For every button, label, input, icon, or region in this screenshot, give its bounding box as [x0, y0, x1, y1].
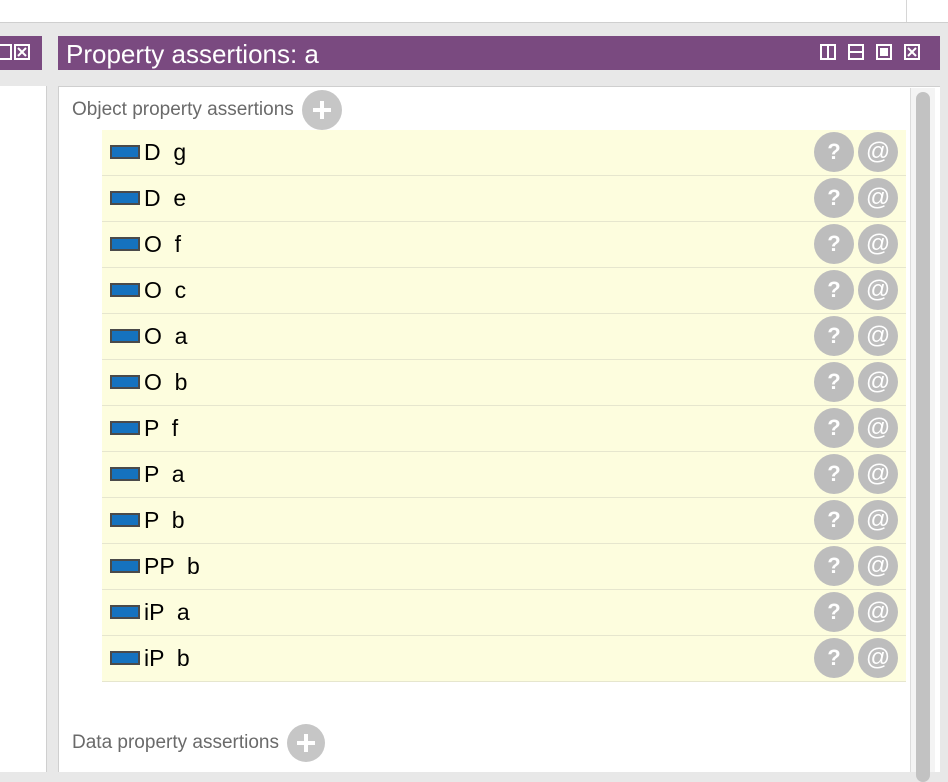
question-icon[interactable]: ? [814, 592, 854, 632]
assertion-text: O c [144, 277, 187, 303]
question-icon[interactable]: ? [814, 132, 854, 172]
assertion-row[interactable]: PP b? @ [102, 544, 906, 590]
assertion-text: P a [144, 461, 185, 487]
assertion-text: P b [144, 507, 185, 533]
question-icon[interactable]: ? [814, 316, 854, 356]
assertion-row[interactable]: O a? @ [102, 314, 906, 360]
object-property-icon [110, 145, 140, 159]
object-property-icon [110, 605, 140, 619]
left-panel-split-icon[interactable] [0, 44, 12, 60]
object-property-icon [110, 421, 140, 435]
at-icon[interactable]: @ [858, 224, 898, 264]
object-property-icon [110, 191, 140, 205]
upper-panel-strip [0, 0, 948, 23]
object-property-section-header: Object property assertions [72, 90, 342, 130]
assertion-text: iP a [144, 599, 190, 625]
split-vertical-icon [827, 46, 829, 58]
upper-panel-divider [906, 0, 907, 22]
assertion-text: O b [144, 369, 188, 395]
assertion-text: P f [144, 415, 179, 441]
left-panel-close-button[interactable] [14, 44, 30, 60]
close-icon [17, 47, 27, 57]
question-icon[interactable]: ? [814, 270, 854, 310]
at-icon[interactable]: @ [858, 362, 898, 402]
object-property-section-label: Object property assertions [72, 99, 294, 120]
scrollbar-thumb[interactable] [916, 92, 930, 782]
at-icon[interactable]: @ [858, 500, 898, 540]
assertion-row[interactable]: P f? @ [102, 406, 906, 452]
plus-icon [297, 734, 315, 752]
assertion-row[interactable]: D e? @ [102, 176, 906, 222]
object-property-icon [110, 513, 140, 527]
at-icon[interactable]: @ [858, 132, 898, 172]
question-icon[interactable]: ? [814, 408, 854, 448]
assertion-row[interactable]: D g? @ [102, 130, 906, 176]
left-panel-body [0, 86, 47, 772]
question-icon[interactable]: ? [814, 500, 854, 540]
left-panel-header [0, 36, 42, 70]
question-icon[interactable]: ? [814, 224, 854, 264]
question-icon[interactable]: ? [814, 546, 854, 586]
at-icon[interactable]: @ [858, 408, 898, 448]
at-icon[interactable]: @ [858, 546, 898, 586]
object-property-icon [110, 237, 140, 251]
vertical-scrollbar[interactable] [910, 88, 935, 782]
assertion-text: O f [144, 231, 182, 257]
assertion-text: D g [144, 139, 187, 165]
assertion-text: PP b [144, 553, 200, 579]
question-icon[interactable]: ? [814, 178, 854, 218]
add-object-property-button[interactable] [301, 90, 342, 130]
at-icon[interactable]: @ [858, 178, 898, 218]
assertion-row[interactable]: O b? @ [102, 360, 906, 406]
object-property-icon [110, 283, 140, 297]
add-data-property-button[interactable] [287, 724, 325, 762]
object-property-icon [110, 467, 140, 481]
question-icon[interactable]: ? [814, 638, 854, 678]
split-horizontal-icon [850, 51, 862, 53]
object-property-icon [110, 375, 140, 389]
assertion-text: D e [144, 185, 187, 211]
assertion-text: O a [144, 323, 188, 349]
assertion-row[interactable]: P a? @ [102, 452, 906, 498]
object-property-icon [110, 329, 140, 343]
split-vertical-button[interactable] [820, 44, 836, 60]
question-icon[interactable]: ? [814, 454, 854, 494]
assertion-row[interactable]: iP b? @ [102, 636, 906, 682]
object-property-icon [110, 651, 140, 665]
panel-title: Property assertions: a [66, 39, 319, 69]
assertion-text: iP b [144, 645, 190, 671]
question-icon[interactable]: ? [814, 362, 854, 402]
at-icon[interactable]: @ [858, 316, 898, 356]
close-button[interactable] [904, 44, 920, 60]
close-icon [907, 47, 917, 57]
assertion-row[interactable]: O c? @ [102, 268, 906, 314]
object-property-icon [110, 559, 140, 573]
maximize-button[interactable] [876, 44, 892, 60]
assertion-row[interactable]: P b? @ [102, 498, 906, 544]
maximize-icon [880, 48, 888, 56]
assertion-row[interactable]: iP a? @ [102, 590, 906, 636]
panel-header: Property assertions: a [58, 36, 940, 70]
object-property-assertion-list: D g? @ D e? @ O f? @ O c? @ O a? @ O b? @ P f? @ P a? @… [102, 130, 906, 682]
data-property-section-label: Data property assertions [72, 732, 279, 753]
at-icon[interactable]: @ [858, 454, 898, 494]
split-horizontal-button[interactable] [848, 44, 864, 60]
plus-icon [312, 101, 331, 119]
data-property-section-header: Data property assertions [72, 724, 325, 762]
at-icon[interactable]: @ [858, 592, 898, 632]
at-icon[interactable]: @ [858, 638, 898, 678]
assertion-row[interactable]: O f? @ [102, 222, 906, 268]
at-icon[interactable]: @ [858, 270, 898, 310]
